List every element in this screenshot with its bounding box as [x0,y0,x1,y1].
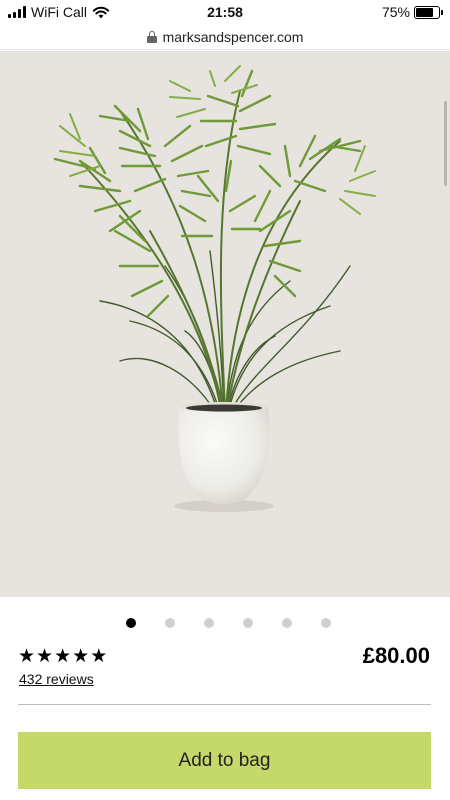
address-bar[interactable]: marksandspencer.com [0,24,450,50]
carousel-dot-4[interactable] [242,618,253,628]
plant-image [53,65,376,512]
star-icon: ★ [54,646,72,667]
star-rating: ★ ★ ★ ★ ★ [18,647,107,666]
battery-icon [414,5,443,19]
lock-icon [146,30,157,43]
url-text[interactable]: marksandspencer.com [163,29,304,45]
star-icon: ★ [90,646,108,667]
star-icon: ★ [36,646,54,667]
divider [18,704,431,705]
product-image[interactable] [0,51,450,597]
product-price: £80.00 [362,643,430,668]
star-icon: ★ [72,646,90,667]
battery-level [416,7,433,17]
battery-percent: 75% [381,4,410,20]
carousel-dot-3[interactable] [203,618,214,628]
page-scrollbar[interactable] [444,101,447,186]
carousel-dot-2[interactable] [164,618,175,628]
status-bar: WiFi Call 21:58 75% [0,0,450,24]
reviews-link[interactable]: 432 reviews [19,671,94,687]
carousel-dot-5[interactable] [281,618,292,628]
carousel-dots [0,618,450,628]
status-right: 75% [381,4,443,20]
carousel-dot-6[interactable] [320,618,331,628]
star-icon: ★ [18,646,36,667]
carousel-dot-1[interactable] [125,618,136,628]
add-to-bag-button[interactable]: Add to bag [18,732,431,789]
